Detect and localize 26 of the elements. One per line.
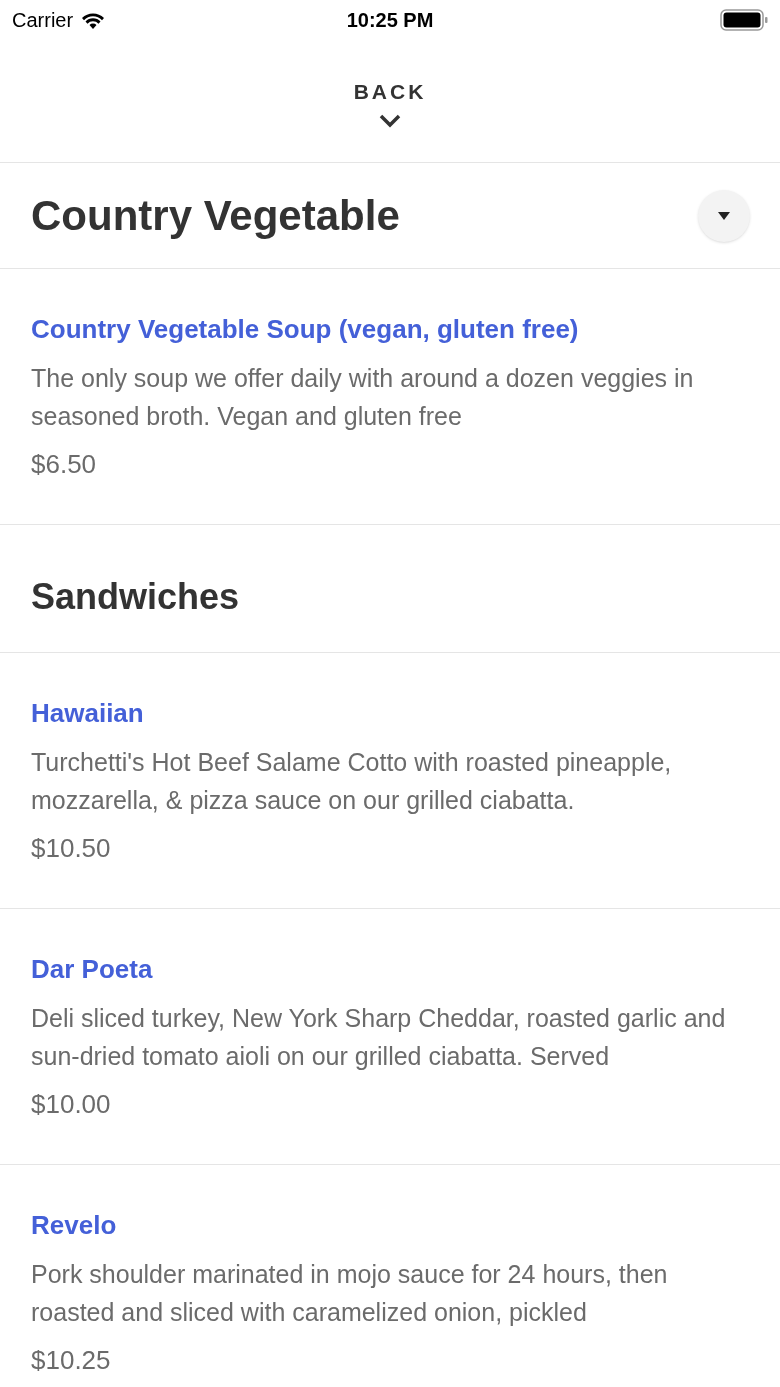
dropdown-button[interactable] [698, 189, 750, 242]
item-price: $10.25 [31, 1344, 111, 1377]
item-description: Deli sliced turkey, New York Sharp Cheddar, roasted garlic and sun-dried tomato aioli on our grilled ciabatta. Served [31, 1003, 727, 1072]
section-title: Sandwiches [31, 575, 240, 619]
carrier-label: Carrier [12, 8, 74, 33]
menu-item[interactable]: Country Vegetable Soup (vegan, gluten free) The only soup we offer daily with around a dozen veggies in seasoned broth. Vegan and gluten free $6.50 [0, 269, 780, 525]
wifi-icon [81, 11, 106, 29]
item-name: Country Vegetable Soup (vegan, gluten free) [31, 314, 579, 344]
item-name: Dar Poeta [31, 954, 153, 984]
menu-item[interactable]: Revelo Pork shoulder marinated in mojo sauce for 24 hours, then roasted and sliced with caramelized onion, pickled $10.25 [0, 1165, 780, 1387]
item-description: The only soup we offer daily with around a dozen veggies in seasoned broth. Vegan and gluten free [31, 363, 695, 432]
item-price: $10.00 [31, 1088, 111, 1121]
chevron-down-icon [379, 113, 401, 128]
back-button[interactable]: BACK [353, 74, 427, 128]
clock-time: 10:25 PM [346, 8, 434, 33]
item-price: $10.50 [31, 832, 111, 865]
caret-down-icon [718, 211, 730, 220]
item-description: Pork shoulder marinated in mojo sauce for 24 hours, then roasted and sliced with caramelized onion, pickled [31, 1259, 669, 1328]
item-name: Hawaiian [31, 698, 144, 728]
item-description: Turchetti's Hot Beef Salame Cotto with roasted pineapple, mozzarella, & pizza sauce on our grilled ciabatta. [31, 747, 673, 816]
item-name: Revelo [31, 1210, 117, 1240]
menu-item[interactable]: Hawaiian Turchetti's Hot Beef Salame Cotto with roasted pineapple, mozzarella, & pizza sauce on our grilled ciabatta. $10.50 [0, 653, 780, 909]
menu-item[interactable]: Dar Poeta Deli sliced turkey, New York Sharp Cheddar, roasted garlic and sun-dried tomato aioli on our grilled ciabatta. Served $10.00 [0, 909, 780, 1165]
battery-icon [720, 9, 768, 31]
category-title: Country Vegetable [31, 191, 400, 241]
item-price: $6.50 [31, 448, 97, 481]
